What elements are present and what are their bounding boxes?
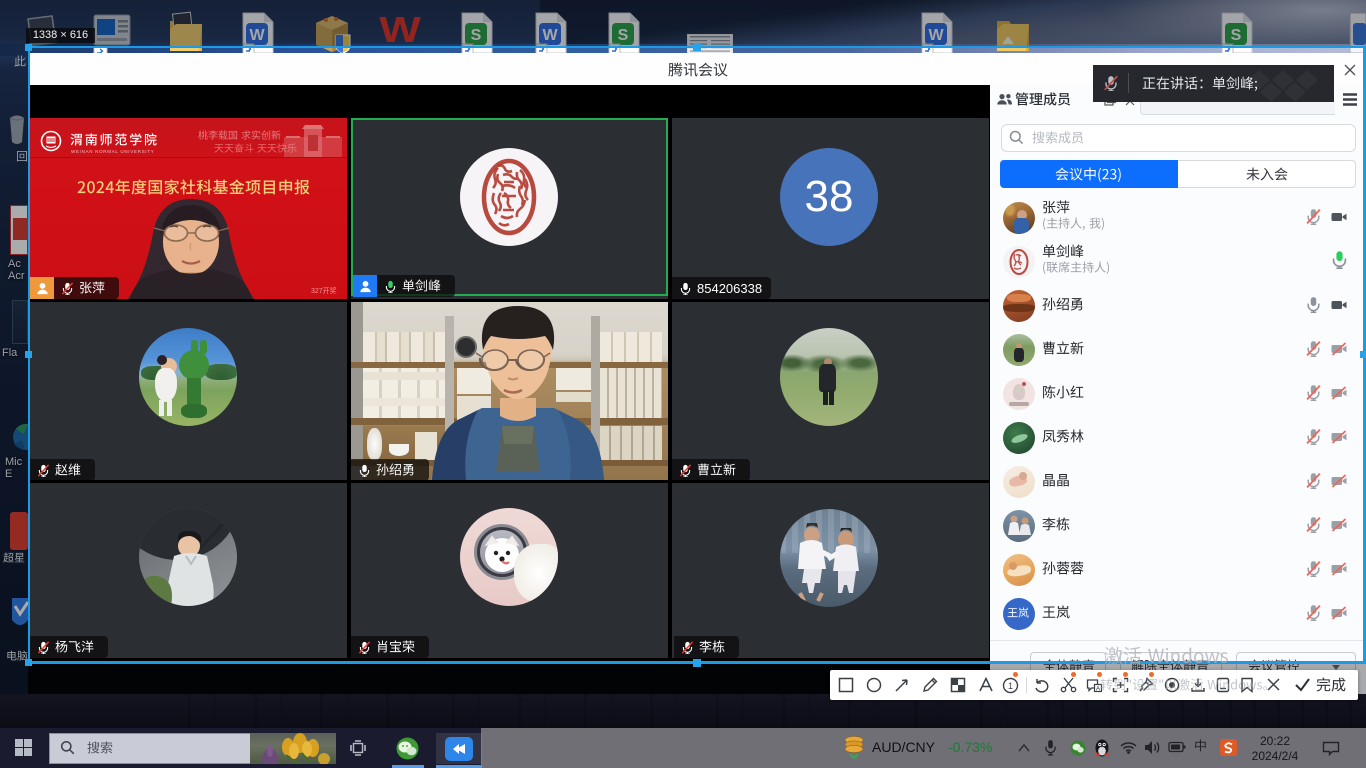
svg-text:1: 1 [1008, 681, 1013, 691]
